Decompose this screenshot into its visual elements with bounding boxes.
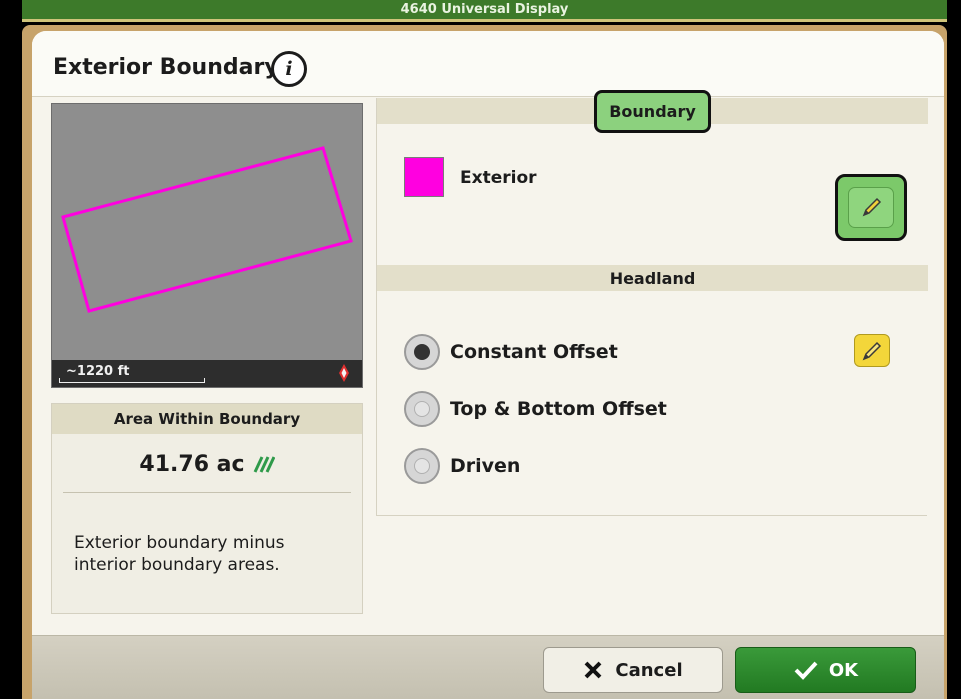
exterior-label: Exterior xyxy=(460,168,537,188)
area-value-row: 41.76 ac xyxy=(52,446,362,482)
area-divider xyxy=(63,492,351,493)
boundary-outline xyxy=(61,146,353,313)
ok-label: OK xyxy=(828,659,859,681)
dialog-footer: Cancel OK xyxy=(32,635,944,699)
area-panel: Area Within Boundary 41.76 ac Exterior b… xyxy=(51,403,363,614)
pencil-icon xyxy=(848,187,894,228)
tab-boundary[interactable]: Boundary xyxy=(594,90,711,133)
ok-button[interactable]: OK xyxy=(735,647,916,693)
radio-label: Driven xyxy=(450,455,521,477)
north-arrow-icon xyxy=(339,364,349,382)
headland-label: Headland xyxy=(609,268,696,288)
radio-driven[interactable]: Driven xyxy=(404,448,520,484)
cancel-label: Cancel xyxy=(615,659,683,681)
radio-constant-offset[interactable]: Constant Offset xyxy=(404,334,618,370)
edit-exterior-button[interactable] xyxy=(835,174,907,241)
map-scale-bar: ~1220 ft xyxy=(52,360,362,387)
cancel-button[interactable]: Cancel xyxy=(543,647,723,693)
app-title: 4640 Universal Display xyxy=(400,2,569,17)
scale-label: ~1220 ft xyxy=(66,364,130,379)
checkmark-icon xyxy=(794,661,818,680)
radio-top-bottom-offset[interactable]: Top & Bottom Offset xyxy=(404,391,667,427)
boundary-settings-panel: Boundary Exterior Headland Constant Offs… xyxy=(376,90,928,516)
radio-unselected xyxy=(414,401,430,417)
radio-button[interactable] xyxy=(404,334,440,370)
radio-selected-dot xyxy=(414,344,430,360)
radio-button[interactable] xyxy=(404,391,440,427)
radio-unselected xyxy=(414,458,430,474)
area-value: 41.76 ac xyxy=(139,451,245,477)
edit-headland-button[interactable] xyxy=(854,334,890,367)
radio-label: Top & Bottom Offset xyxy=(450,398,667,420)
area-description: Exterior boundary minus interior boundar… xyxy=(74,533,285,575)
pencil-icon xyxy=(862,341,882,360)
info-glyph: i xyxy=(285,58,293,80)
area-header: Area Within Boundary xyxy=(52,404,362,434)
radio-button[interactable] xyxy=(404,448,440,484)
info-icon[interactable]: i xyxy=(271,51,307,87)
exterior-color-swatch xyxy=(404,157,444,197)
headland-section-bar: Headland xyxy=(377,265,928,291)
x-icon xyxy=(584,661,602,679)
hatch-area-icon xyxy=(253,456,275,473)
dialog-title: Exterior Boundary xyxy=(53,55,279,80)
dialog-header: Exterior Boundary i xyxy=(32,31,944,97)
app-title-bar: 4640 Universal Display xyxy=(22,0,947,22)
radio-label: Constant Offset xyxy=(450,341,618,363)
exterior-boundary-dialog: Exterior Boundary i ~1220 ft Area Within… xyxy=(32,31,944,699)
boundary-map[interactable]: ~1220 ft xyxy=(51,103,363,388)
